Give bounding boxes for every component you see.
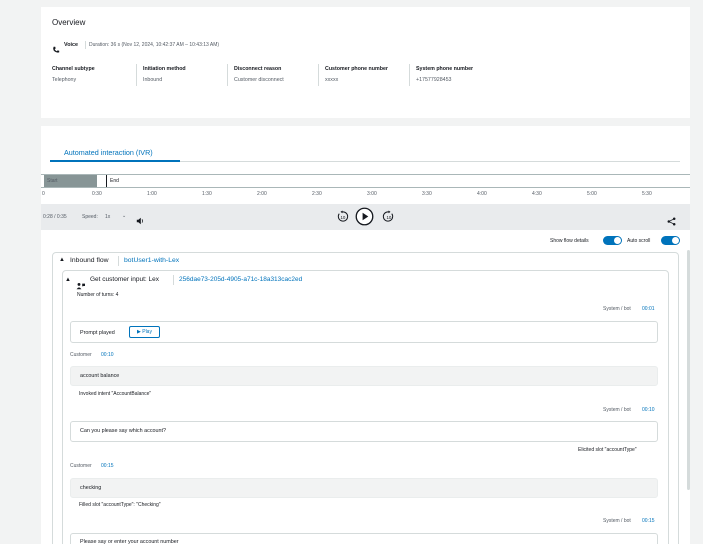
rewind-10-icon[interactable]: 10 [336,210,349,228]
overview-card: Overview Voice Duration: 36 s (Nov 12, 2… [41,7,690,118]
svg-text:10: 10 [386,215,391,220]
field-label-disconnect-reason: Disconnect reason [234,66,282,72]
block-title: Get customer input: Lex [90,276,160,283]
timeline-tick: 1:00 [147,191,157,197]
prompt-played-label: Prompt played [80,330,115,336]
show-flow-details-label: Show flow details [550,238,589,244]
customer-utterance: account balance [70,366,658,386]
field-label-initiation-method: Initiation method [143,66,186,72]
share-icon[interactable] [667,213,676,231]
timeline-tick: 2:00 [257,191,267,197]
collapse-caret-icon[interactable]: ▲ [59,257,65,263]
flow-name-link[interactable]: botUser1-with-Lex [124,257,179,264]
volume-icon[interactable] [136,212,144,230]
tab-automated-interaction[interactable]: Automated interaction (IVR) [64,148,153,157]
timeline-tick: 4:30 [532,191,542,197]
elicited-slot-note: Elicited slot "accountType" [578,447,637,453]
chevron-down-icon[interactable]: ⌄ [122,213,126,219]
svg-text:10: 10 [340,215,345,220]
message-timestamp[interactable]: 00:01 [642,306,655,312]
field-value-channel-subtype: Telephony [52,77,77,83]
field-value-initiation-method: Inbound [143,77,163,83]
flow-title-divider [118,256,119,266]
collapse-caret-icon[interactable]: ▲ [65,277,71,283]
message-timestamp[interactable]: 00:15 [642,518,655,524]
timeline-tick: 4:00 [477,191,487,197]
auto-scroll-label: Auto scroll [627,238,651,244]
forward-10-icon[interactable]: 10 [382,210,395,228]
timeline-tick: 5:30 [642,191,652,197]
flow-title: Inbound flow [70,257,109,264]
show-flow-details-toggle[interactable] [603,236,622,245]
bot-message: Please say or enter your account number [70,533,658,544]
field-divider [318,64,319,86]
field-label-system-phone: System phone number [416,66,474,72]
phone-icon [52,41,60,59]
customer-label: Customer [70,352,92,358]
field-divider [227,64,228,86]
field-divider [136,64,137,86]
speed-select[interactable]: 1x [105,214,110,220]
filled-slot-note: Filled slot "accountType": "Checking" [79,502,161,508]
player-bar: 0:28 / 0:35 Speed: 1x ⌄ 10 10 [41,204,690,230]
field-divider [409,64,410,86]
customer-timestamp[interactable]: 00:15 [101,463,114,469]
play-button[interactable]: ▶ Play [129,326,160,338]
customer-timestamp[interactable]: 00:10 [101,352,114,358]
auto-scroll-toggle[interactable] [661,236,680,245]
timeline-end-marker [106,175,107,187]
block-title-divider [173,275,174,285]
customer-label: Customer [70,463,92,469]
timeline-end-label: End [110,178,119,184]
tab-divider-line [180,161,680,162]
tab-active-underline [50,160,180,162]
field-label-customer-phone: Customer phone number [325,66,388,72]
system-label: System / bot [603,306,631,312]
timeline-tick: 2:30 [312,191,322,197]
overview-title: Overview [52,18,86,27]
field-value-disconnect-reason: Customer disconnect [234,77,284,83]
channel-label: Voice [64,42,78,48]
scrollbar[interactable] [687,250,690,490]
timeline-tick: 1:30 [202,191,212,197]
timeline-tick: 3:00 [367,191,377,197]
intent-note: Invoked intent "AccountBalance" [79,391,152,397]
timeline-tick: 5:00 [587,191,597,197]
system-label: System / bot [603,407,631,413]
field-label-channel-subtype: Channel subtype [52,66,95,72]
prompt-played-message: Prompt played ▶ Play [70,321,658,343]
field-value-system-phone: +17577928453 [416,77,452,83]
block-id-link[interactable]: 256dae73-205d-4905-a71c-18a313cac2ed [179,276,302,283]
timeline-start-label: Start [47,178,58,184]
bot-message: Can you please say which account? [70,421,658,442]
duration-text: Duration: 36 s (Nov 12, 2024, 10:42:37 A… [89,42,220,48]
channel-divider [85,41,86,49]
player-position: 0:28 / 0:35 [43,214,67,220]
customer-utterance: checking [70,478,658,498]
timeline-ruler: 0 0:30 1:00 1:30 2:00 2:30 3:00 3:30 4:0… [41,188,690,204]
field-value-customer-phone: xxxxx [325,77,339,83]
speed-label: Speed: [82,214,98,220]
timeline-tick: 0 [42,191,45,197]
play-icon[interactable] [355,207,374,231]
timeline-tick: 0:30 [92,191,102,197]
message-timestamp[interactable]: 00:10 [642,407,655,413]
system-label: System / bot [603,518,631,524]
timeline-track[interactable] [41,174,690,188]
turn-count: Number of turns: 4 [77,292,119,298]
timeline-tick: 3:30 [422,191,432,197]
